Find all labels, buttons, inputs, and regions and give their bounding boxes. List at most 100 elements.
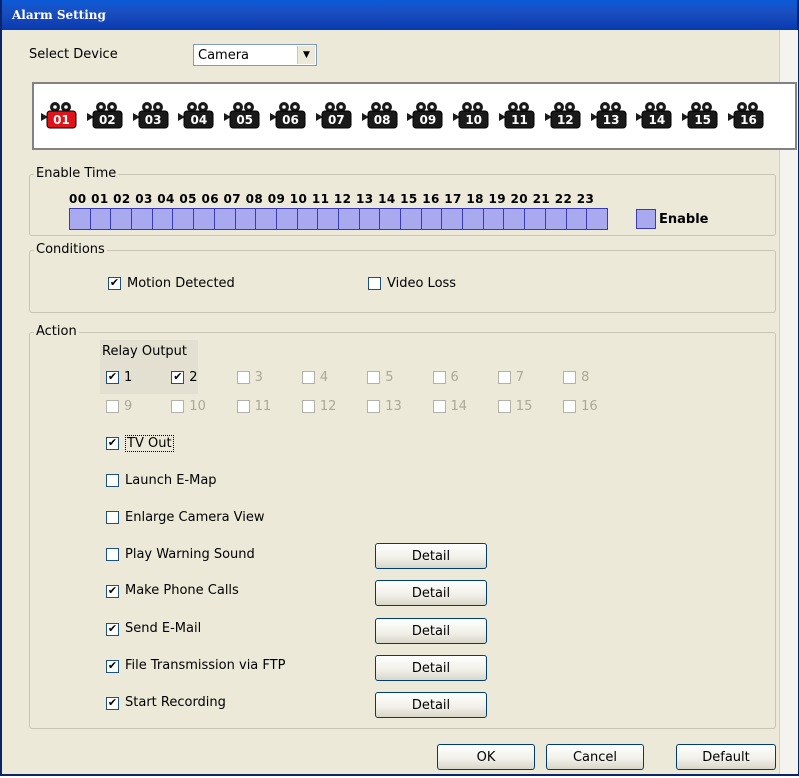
camera-number: 13 xyxy=(602,113,620,127)
hour-cell[interactable] xyxy=(337,208,360,230)
relay-2-label: 2 xyxy=(189,370,198,385)
relay-12-label: 12 xyxy=(319,399,337,414)
camera-button-16[interactable]: 16 xyxy=(727,101,767,131)
camera-number: 11 xyxy=(511,113,528,127)
hour-cell[interactable] xyxy=(275,208,298,230)
hour-cell[interactable] xyxy=(420,208,443,230)
camera-button-01[interactable]: 01 xyxy=(40,101,80,131)
launch-emap-checkbox[interactable] xyxy=(106,474,119,487)
ftp-label: File Transmission via FTP xyxy=(125,658,286,673)
enable-time-bar[interactable] xyxy=(69,208,608,230)
camera-button-13[interactable]: 13 xyxy=(590,101,630,131)
hour-cell[interactable] xyxy=(524,208,546,230)
hour-cell[interactable] xyxy=(379,208,401,230)
video-loss-checkbox[interactable] xyxy=(368,277,381,290)
camera-button-03[interactable]: 03 xyxy=(132,101,172,131)
camera-button-08[interactable]: 08 xyxy=(361,101,401,131)
device-select[interactable]: Camera ▼ xyxy=(193,44,317,66)
hour-cell[interactable] xyxy=(213,208,236,230)
start-recording-checkbox[interactable] xyxy=(106,697,119,710)
hour-cell[interactable] xyxy=(565,208,588,230)
hour-cell[interactable] xyxy=(296,208,319,230)
camera-button-04[interactable]: 04 xyxy=(177,101,217,131)
hour-cell[interactable] xyxy=(441,208,464,230)
relay-4-label: 4 xyxy=(319,370,329,385)
enable-legend-label: Enable xyxy=(659,212,709,227)
make-phone-calls-checkbox[interactable] xyxy=(106,585,119,598)
play-warning-sound-checkbox[interactable] xyxy=(106,548,119,561)
hour-labels: 00 01 02 03 04 05 06 07 08 09 10 11 12 1… xyxy=(69,192,595,206)
motion-detected-checkbox[interactable] xyxy=(108,277,121,290)
hour-cell[interactable] xyxy=(69,208,91,230)
hour-cell[interactable] xyxy=(400,208,422,230)
start-recording-detail-button[interactable]: Detail xyxy=(375,692,487,718)
camera-button-07[interactable]: 07 xyxy=(315,101,355,131)
send-email-label: Send E-Mail xyxy=(125,621,202,636)
chevron-down-icon[interactable]: ▼ xyxy=(297,46,315,64)
window-title: Alarm Setting xyxy=(12,8,106,22)
hour-cell[interactable] xyxy=(131,208,153,230)
play-warning-sound-label: Play Warning Sound xyxy=(125,547,255,562)
enable-color-swatch xyxy=(636,209,656,229)
hour-cell[interactable] xyxy=(462,208,484,230)
camera-number: 05 xyxy=(236,113,254,127)
camera-number: 03 xyxy=(144,113,162,127)
relay-8-label: 8 xyxy=(581,370,590,385)
tv-out-label: TV Out xyxy=(125,435,174,452)
video-loss-label: Video Loss xyxy=(387,276,457,291)
send-email-checkbox[interactable] xyxy=(106,623,119,636)
warning-sound-detail-button[interactable]: Detail xyxy=(375,543,487,569)
camera-button-09[interactable]: 09 xyxy=(406,101,446,131)
hour-cell[interactable] xyxy=(482,208,505,230)
hour-cell[interactable] xyxy=(193,208,215,230)
enlarge-camera-view-checkbox[interactable] xyxy=(106,511,119,524)
relay-1-label: 1 xyxy=(124,370,133,385)
ftp-checkbox[interactable] xyxy=(106,660,119,673)
ok-button[interactable]: OK xyxy=(437,744,535,770)
relay-4-checkbox xyxy=(301,371,315,384)
relay-3-label: 3 xyxy=(254,370,263,385)
camera-selector-strip: 01 02 03 04 05 06 07 08 09 10 11 12 13 14 15 16 xyxy=(32,82,797,150)
relay-8-checkbox xyxy=(563,371,577,384)
camera-number: 10 xyxy=(465,113,483,127)
camera-button-15[interactable]: 15 xyxy=(681,101,721,131)
launch-emap-label: Launch E-Map xyxy=(125,473,217,488)
send-email-detail-button[interactable]: Detail xyxy=(375,618,487,644)
ftp-detail-button[interactable]: Detail xyxy=(375,655,487,681)
select-device-label: Select Device xyxy=(29,47,118,62)
camera-button-14[interactable]: 14 xyxy=(635,101,675,131)
hour-cell[interactable] xyxy=(358,208,381,230)
hour-cell[interactable] xyxy=(544,208,567,230)
relay-16-label: 16 xyxy=(581,399,598,414)
relay-9-checkbox xyxy=(106,400,119,413)
camera-button-06[interactable]: 06 xyxy=(269,101,309,131)
phone-calls-detail-button[interactable]: Detail xyxy=(375,580,487,606)
hour-cell[interactable] xyxy=(234,208,257,230)
relay-11-label: 11 xyxy=(254,399,272,414)
hour-cell[interactable] xyxy=(172,208,195,230)
default-button[interactable]: Default xyxy=(676,744,776,770)
tv-out-checkbox[interactable] xyxy=(106,437,119,450)
hour-cell[interactable] xyxy=(503,208,526,230)
hour-cell[interactable] xyxy=(317,208,339,230)
relay-2-checkbox[interactable] xyxy=(171,371,185,384)
hour-cell[interactable] xyxy=(151,208,174,230)
title-bar: Alarm Setting xyxy=(2,0,797,30)
camera-number: 15 xyxy=(694,113,712,127)
hour-cell[interactable] xyxy=(255,208,277,230)
camera-button-11[interactable]: 11 xyxy=(498,101,538,131)
hour-cell[interactable] xyxy=(586,208,608,230)
cancel-button[interactable]: Cancel xyxy=(546,744,644,770)
relay-7-label: 7 xyxy=(515,370,525,385)
camera-button-05[interactable]: 05 xyxy=(223,101,263,131)
camera-button-12[interactable]: 12 xyxy=(544,101,584,131)
relay-15-label: 15 xyxy=(515,399,533,414)
camera-button-10[interactable]: 10 xyxy=(452,101,492,131)
hour-cell[interactable] xyxy=(89,208,112,230)
relay-13-checkbox xyxy=(367,400,381,413)
camera-number: 04 xyxy=(190,113,208,127)
camera-button-02[interactable]: 02 xyxy=(86,101,126,131)
camera-number: 09 xyxy=(419,113,437,127)
relay-1-checkbox[interactable] xyxy=(106,371,119,384)
hour-cell[interactable] xyxy=(110,208,133,230)
